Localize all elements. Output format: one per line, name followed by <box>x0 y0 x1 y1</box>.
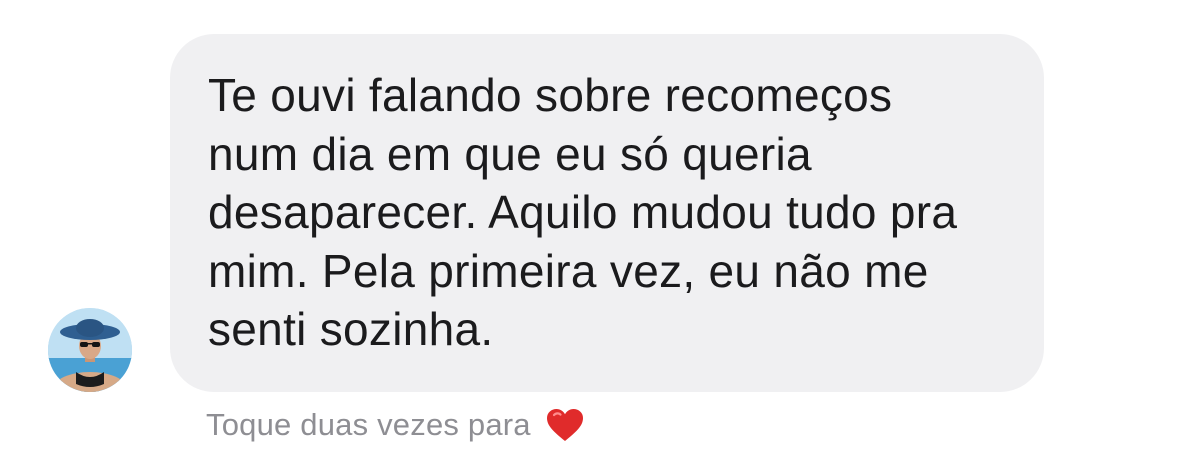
reaction-hint-label: Toque duas vezes para <box>206 407 531 443</box>
reaction-hint: Toque duas vezes para <box>206 405 585 445</box>
message-bubble[interactable]: Te ouvi falando sobre recomeços num dia … <box>170 34 1044 392</box>
message-text: Te ouvi falando sobre recomeços num dia … <box>208 66 1008 359</box>
red-heart-icon[interactable] <box>545 407 585 443</box>
message-row: Te ouvi falando sobre recomeços num dia … <box>0 0 1179 459</box>
sender-avatar[interactable] <box>48 308 132 392</box>
avatar-woman-sun-hat-icon <box>48 308 132 392</box>
